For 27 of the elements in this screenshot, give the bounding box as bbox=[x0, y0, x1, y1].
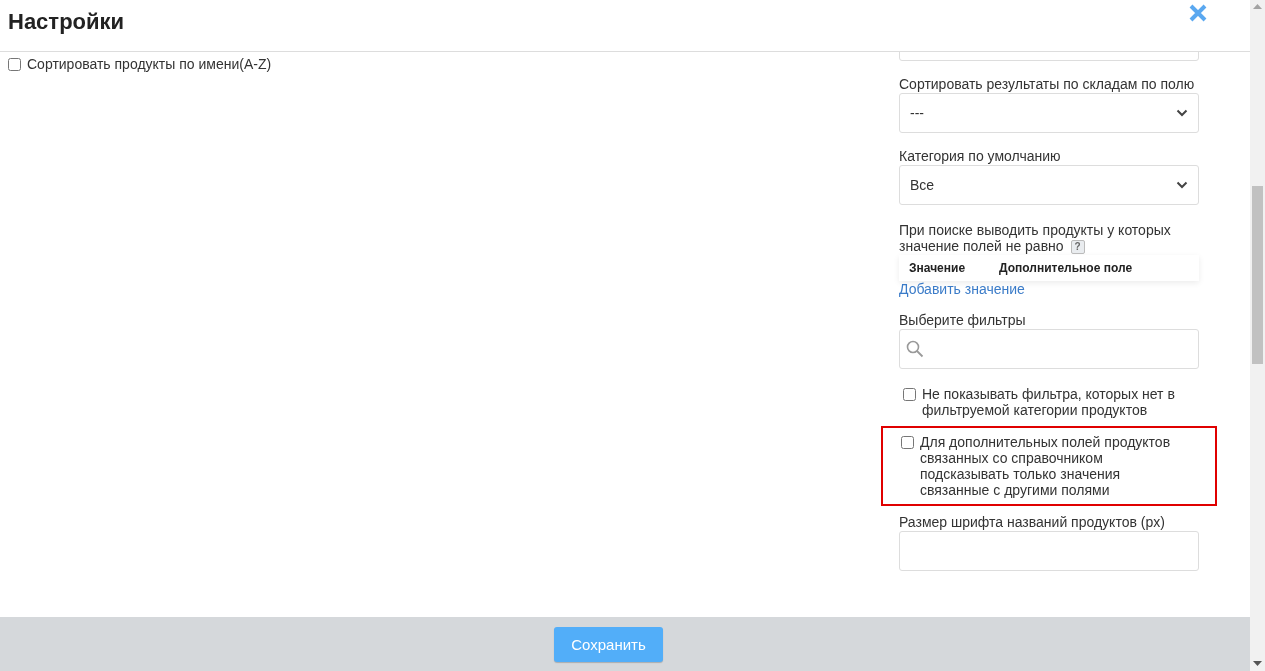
add-value-link[interactable]: Добавить значение bbox=[899, 281, 1025, 297]
checkbox-label: Для дополнительных полей продуктов связанных со справочником подсказывать только значения связанные с другими полями bbox=[920, 434, 1172, 498]
checkbox-label: Не показывать фильтра, которых нет в фильтруемой категории продуктов bbox=[922, 386, 1176, 418]
search-field[interactable] bbox=[899, 329, 1199, 369]
field-label: Выберите фильтры bbox=[899, 312, 1027, 328]
checkbox[interactable] bbox=[901, 436, 914, 449]
dropdown[interactable]: Все bbox=[899, 165, 1199, 205]
field-label: При поиске выводить продукты у которых значение полей не равно ? bbox=[899, 222, 1172, 254]
checkbox[interactable] bbox=[8, 57, 21, 71]
scrollbar-thumb[interactable] bbox=[1252, 186, 1263, 364]
checkbox-label: Сортировать продукты по имени(А-Z) bbox=[27, 56, 272, 72]
checkbox[interactable] bbox=[903, 388, 916, 401]
scroll-down-icon[interactable] bbox=[1253, 661, 1262, 667]
chevron-down-icon bbox=[1176, 109, 1188, 117]
field-label: Категория по умолчанию bbox=[899, 148, 1062, 164]
scroll-up-icon[interactable] bbox=[1253, 4, 1262, 10]
help-badge[interactable]: ? bbox=[1070, 240, 1085, 254]
chevron-down-icon bbox=[1176, 181, 1188, 189]
dropdown[interactable]: --- bbox=[899, 93, 1199, 133]
column-header: Значение bbox=[908, 260, 967, 276]
field-label: Размер шрифта названий продуктов (px) bbox=[899, 514, 1166, 530]
input-field[interactable] bbox=[899, 531, 1199, 571]
window-title: Настройки bbox=[8, 8, 125, 35]
field-label: Сортировать результаты по складам по полю bbox=[899, 76, 1196, 92]
search-icon bbox=[906, 340, 924, 358]
column-header: Дополнительное поле bbox=[999, 260, 1133, 276]
close-icon[interactable] bbox=[1189, 4, 1207, 22]
